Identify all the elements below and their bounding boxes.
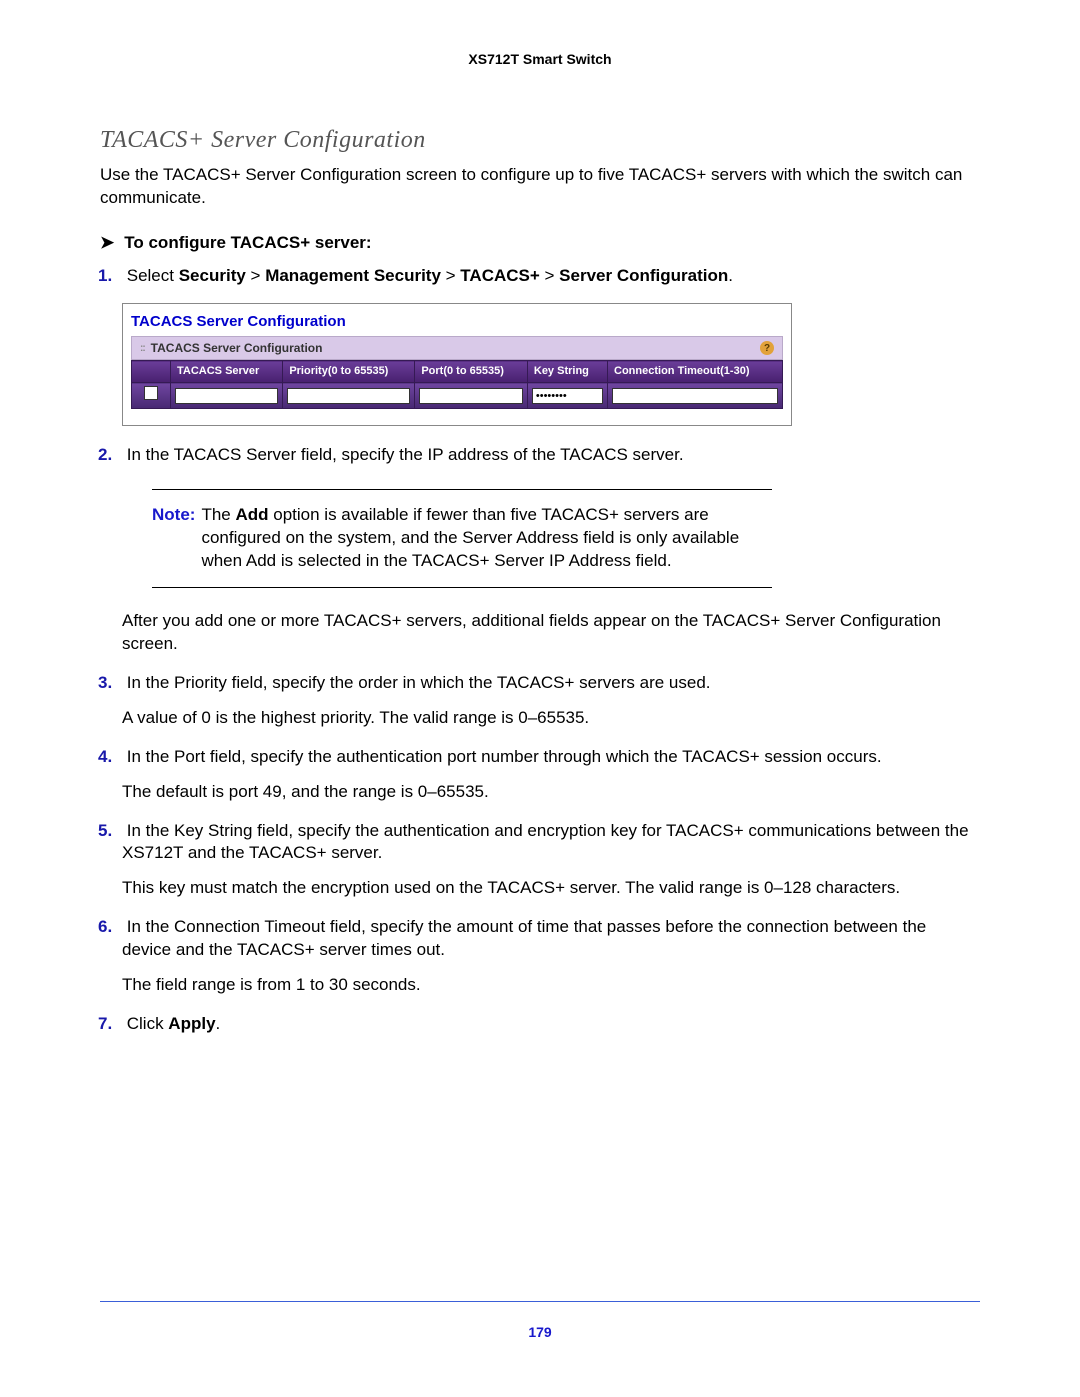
- page-number: 179: [0, 1323, 1080, 1342]
- step-text: In the Port field, specify the authentic…: [127, 747, 882, 766]
- nav-path-sep: >: [540, 266, 559, 285]
- step-subtext: A value of 0 is the highest priority. Th…: [122, 707, 980, 730]
- screenshot-panel: TACACS Server Configuration :: TACACS Se…: [122, 303, 980, 426]
- nav-path-item: Security: [179, 266, 246, 285]
- note-block: Note: The Add option is available if few…: [152, 489, 772, 588]
- step-4: 4. In the Port field, specify the authen…: [122, 746, 980, 804]
- port-input[interactable]: [419, 388, 523, 404]
- nav-path-item: Server Configuration: [559, 266, 728, 285]
- panel-title: TACACS Server Configuration: [131, 312, 783, 332]
- footer-rule: [100, 1301, 980, 1302]
- step-7: 7. Click Apply.: [122, 1013, 980, 1036]
- step-list: 1. Select Security > Management Security…: [122, 265, 980, 1036]
- checkbox-header: [132, 361, 171, 383]
- text-fragment: option is available if fewer than five T…: [201, 505, 739, 570]
- key-input[interactable]: ••••••••: [532, 388, 603, 404]
- step-number: 6.: [98, 916, 122, 939]
- text-fragment: Select: [127, 266, 179, 285]
- panel-subtitle: TACACS Server Configuration: [151, 340, 323, 356]
- step-3: 3. In the Priority field, specify the or…: [122, 672, 980, 730]
- step-subtext: The field range is from 1 to 30 seconds.: [122, 974, 980, 997]
- config-table: TACACS Server Priority(0 to 65535) Port(…: [131, 360, 783, 409]
- col-priority: Priority(0 to 65535): [283, 361, 415, 383]
- drag-dots-icon: ::: [140, 342, 145, 356]
- note-text: The Add option is available if fewer tha…: [201, 504, 772, 573]
- step-subtext: This key must match the encryption used …: [122, 877, 980, 900]
- step-text: In the TACACS Server field, specify the …: [127, 445, 684, 464]
- step-number: 5.: [98, 820, 122, 843]
- after-note-paragraph: After you add one or more TACACS+ server…: [122, 610, 980, 656]
- step-text: In the Key String field, specify the aut…: [122, 821, 969, 863]
- text-fragment: Click: [127, 1014, 169, 1033]
- nav-path-item: Management Security: [265, 266, 441, 285]
- step-number: 4.: [98, 746, 122, 769]
- step-text: Click Apply.: [127, 1014, 221, 1033]
- step-5: 5. In the Key String field, specify the …: [122, 820, 980, 901]
- chevron-right-icon: ➤: [100, 232, 114, 255]
- apply-label: Apply: [168, 1014, 215, 1033]
- config-panel: TACACS Server Configuration :: TACACS Se…: [122, 303, 792, 426]
- page-header: XS712T Smart Switch: [100, 50, 980, 69]
- section-title: TACACS+ Server Configuration: [100, 124, 980, 156]
- text-fragment: The: [201, 505, 235, 524]
- note-label: Note:: [152, 504, 195, 573]
- step-number: 7.: [98, 1013, 122, 1036]
- step-number: 3.: [98, 672, 122, 695]
- col-timeout: Connection Timeout(1-30): [608, 361, 783, 383]
- intro-paragraph: Use the TACACS+ Server Configuration scr…: [100, 164, 980, 210]
- step-text: In the Connection Timeout field, specify…: [122, 917, 926, 959]
- text-bold: Add: [235, 505, 268, 524]
- nav-path-sep: >: [246, 266, 265, 285]
- col-server: TACACS Server: [171, 361, 283, 383]
- procedure-title: To configure TACACS+ server:: [124, 232, 371, 255]
- row-checkbox[interactable]: [144, 386, 158, 400]
- table-row: ••••••••: [132, 383, 783, 409]
- priority-input[interactable]: [287, 388, 410, 404]
- procedure-heading: ➤ To configure TACACS+ server:: [100, 232, 980, 255]
- step-2: 2. In the TACACS Server field, specify t…: [122, 444, 980, 656]
- help-icon[interactable]: ?: [760, 341, 774, 355]
- step-text: Select Security > Management Security > …: [127, 266, 733, 285]
- col-port: Port(0 to 65535): [415, 361, 528, 383]
- col-key: Key String: [527, 361, 607, 383]
- step-subtext: The default is port 49, and the range is…: [122, 781, 980, 804]
- text-fragment: .: [216, 1014, 221, 1033]
- row-checkbox-cell: [132, 383, 171, 409]
- table-header-row: TACACS Server Priority(0 to 65535) Port(…: [132, 361, 783, 383]
- step-1: 1. Select Security > Management Security…: [122, 265, 980, 426]
- document-page: XS712T Smart Switch TACACS+ Server Confi…: [0, 0, 1080, 1397]
- step-number: 2.: [98, 444, 122, 467]
- step-text: In the Priority field, specify the order…: [127, 673, 711, 692]
- nav-path-item: TACACS+: [460, 266, 540, 285]
- step-6: 6. In the Connection Timeout field, spec…: [122, 916, 980, 997]
- step-number: 1.: [98, 265, 122, 288]
- timeout-input[interactable]: [612, 388, 778, 404]
- panel-subheader: :: TACACS Server Configuration ?: [131, 336, 783, 360]
- server-input[interactable]: [175, 388, 278, 404]
